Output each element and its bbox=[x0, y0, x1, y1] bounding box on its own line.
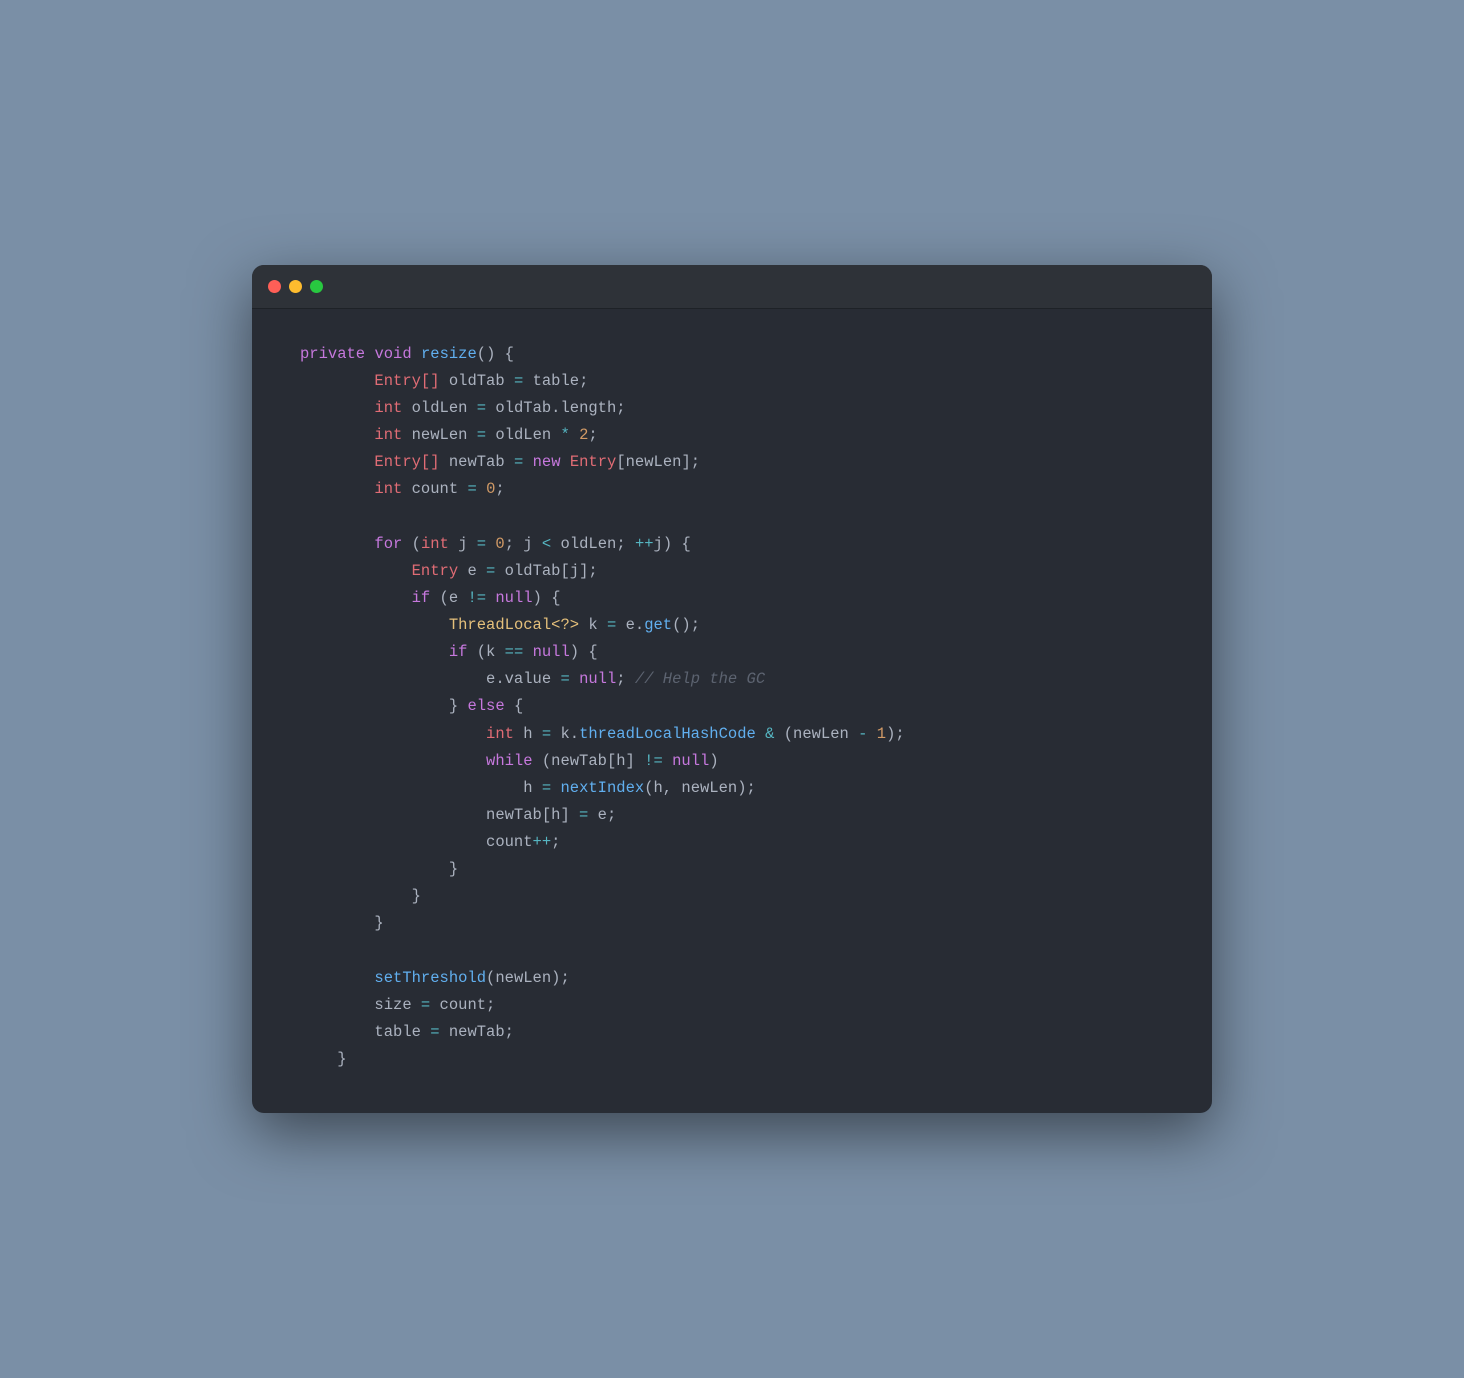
code-line-15: int h = k.threadLocalHashCode & (newLen … bbox=[300, 721, 1164, 748]
code-line-21: } bbox=[300, 883, 1164, 910]
code-line-1: private void resize() { bbox=[300, 341, 1164, 368]
code-line-19: count++; bbox=[300, 829, 1164, 856]
close-button[interactable] bbox=[268, 280, 281, 293]
code-line-5: Entry[] newTab = new Entry[newLen]; bbox=[300, 449, 1164, 476]
code-line-3: int oldLen = oldTab.length; bbox=[300, 395, 1164, 422]
code-editor: private void resize() { Entry[] oldTab =… bbox=[252, 309, 1212, 1113]
code-line-27: } bbox=[300, 1046, 1164, 1073]
code-line-13: e.value = null; // Help the GC bbox=[300, 666, 1164, 693]
code-line-18: newTab[h] = e; bbox=[300, 802, 1164, 829]
code-line-14: } else { bbox=[300, 693, 1164, 720]
code-line-2: Entry[] oldTab = table; bbox=[300, 368, 1164, 395]
code-line-23 bbox=[300, 938, 1164, 965]
code-line-8: for (int j = 0; j < oldLen; ++j) { bbox=[300, 531, 1164, 558]
code-line-4: int newLen = oldLen * 2; bbox=[300, 422, 1164, 449]
code-line-26: table = newTab; bbox=[300, 1019, 1164, 1046]
code-line-6: int count = 0; bbox=[300, 476, 1164, 503]
code-line-12: if (k == null) { bbox=[300, 639, 1164, 666]
code-line-24: setThreshold(newLen); bbox=[300, 965, 1164, 992]
minimize-button[interactable] bbox=[289, 280, 302, 293]
code-line-9: Entry e = oldTab[j]; bbox=[300, 558, 1164, 585]
code-window: private void resize() { Entry[] oldTab =… bbox=[252, 265, 1212, 1113]
code-line-25: size = count; bbox=[300, 992, 1164, 1019]
titlebar bbox=[252, 265, 1212, 309]
code-line-20: } bbox=[300, 856, 1164, 883]
maximize-button[interactable] bbox=[310, 280, 323, 293]
code-line-7 bbox=[300, 504, 1164, 531]
code-line-16: while (newTab[h] != null) bbox=[300, 748, 1164, 775]
code-line-11: ThreadLocal<?> k = e.get(); bbox=[300, 612, 1164, 639]
code-line-10: if (e != null) { bbox=[300, 585, 1164, 612]
code-line-22: } bbox=[300, 910, 1164, 937]
code-line-17: h = nextIndex(h, newLen); bbox=[300, 775, 1164, 802]
